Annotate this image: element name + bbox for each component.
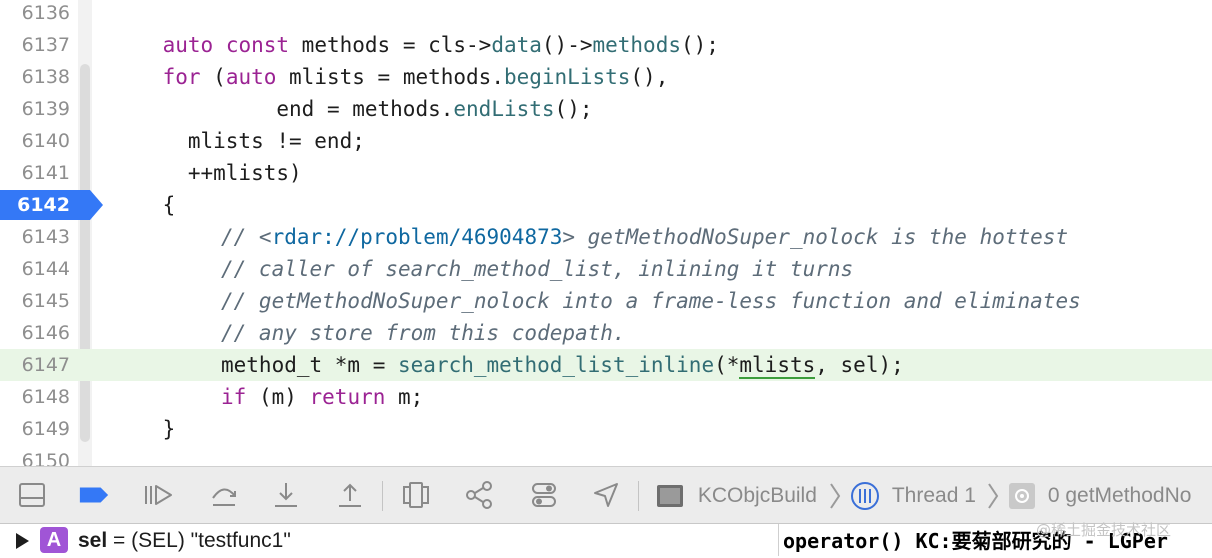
code-line: 6138 for (auto mlists = methods.beginLis… xyxy=(0,61,1212,93)
code-line: 6137 auto const methods = cls->data()->m… xyxy=(0,29,1212,61)
step-out-button[interactable] xyxy=(334,479,366,511)
toolbar-separator xyxy=(382,481,383,511)
step-over-icon xyxy=(212,488,236,506)
code-line: 6148 if (m) return m; xyxy=(0,381,1212,413)
breadcrumb-frame[interactable]: 0 getMethodNo xyxy=(1008,480,1191,512)
keyword: auto xyxy=(225,65,277,89)
line-number: 6144 xyxy=(21,258,70,280)
line-number: 6146 xyxy=(21,322,70,344)
function-name: methods xyxy=(592,33,681,57)
debug-toolbar: KCObjcBuild Thread 1 0 getMethodNo xyxy=(0,466,1212,524)
toggles-icon xyxy=(532,483,556,507)
variable-type: (SEL) xyxy=(131,529,185,552)
breadcrumb-frame-label: 0 getMethodNo xyxy=(1047,484,1192,507)
breadcrumb-thread-label: Thread 1 xyxy=(891,484,976,507)
toggle-debug-area-button[interactable] xyxy=(16,479,48,511)
warning-underline: mlists xyxy=(739,353,816,379)
variable-row[interactable]: sel = (SEL) "testfunc1" xyxy=(78,524,291,558)
code-comment: // caller of search_method_list, inlinin… xyxy=(221,257,854,281)
watermark: @稀土掘金技术社区 xyxy=(1036,521,1172,539)
line-number: 6149 xyxy=(21,418,70,440)
step-out-icon xyxy=(339,483,361,507)
line-number: 6147 xyxy=(21,354,70,376)
code-line: 6145 // getMethodNoSuper_nolock into a f… xyxy=(0,285,1212,317)
function-name: search_method_list_inline xyxy=(398,353,715,377)
code-text: ++mlists) xyxy=(112,161,302,185)
continue-button[interactable] xyxy=(142,479,174,511)
panel-toggle-icon xyxy=(19,483,45,507)
breadcrumb-thread[interactable]: Thread 1 xyxy=(850,480,976,512)
keyword: const xyxy=(225,33,290,57)
code-line: 6146 // any store from this codepath. xyxy=(0,317,1212,349)
code-text: end = methods.endLists(); xyxy=(276,97,593,121)
code-text: mlists != end; xyxy=(112,129,365,153)
variable-name: sel xyxy=(78,529,108,552)
current-execution-line: 6147 method_t *m = search_method_list_in… xyxy=(0,349,1212,381)
toolbar-separator xyxy=(638,481,639,511)
step-over-button[interactable] xyxy=(208,479,240,511)
variable-value: "testfunc1" xyxy=(184,529,291,552)
code-text: if (m) return m; xyxy=(221,385,424,409)
code-text: { xyxy=(112,193,176,217)
environment-overrides-button[interactable] xyxy=(528,479,560,511)
view-hierarchy-icon xyxy=(403,482,429,508)
debug-view-hierarchy-button[interactable] xyxy=(400,479,432,511)
breakpoints-toggle-button[interactable] xyxy=(78,479,110,511)
code-text: auto const methods = cls->data()->method… xyxy=(162,33,719,57)
code-line: 6139 end = methods.endLists(); xyxy=(0,93,1212,125)
memory-graph-icon xyxy=(466,481,492,509)
disclosure-triangle-icon[interactable] xyxy=(14,532,30,550)
stack-frame-icon xyxy=(1009,483,1035,510)
breadcrumb-chevron-icon xyxy=(828,480,842,512)
breakpoint-icon xyxy=(79,487,109,503)
thread-icon xyxy=(851,482,879,511)
code-line: { xyxy=(0,189,1212,221)
debug-memory-graph-button[interactable] xyxy=(464,479,496,511)
line-number: 6136 xyxy=(21,2,70,24)
line-number: 6137 xyxy=(21,34,70,56)
code-line: 6140 mlists != end; xyxy=(0,125,1212,157)
comment-link[interactable]: rdar://problem/46904873 xyxy=(272,225,563,249)
code-comment: // <rdar://problem/46904873> getMethodNo… xyxy=(221,225,1069,249)
breadcrumb-target-label: KCObjcBuild xyxy=(697,484,817,507)
keyword: auto xyxy=(162,33,214,57)
code-text: method_t *m = search_method_list_inline(… xyxy=(221,353,904,379)
function-name: beginLists xyxy=(503,65,631,89)
keyword: if xyxy=(221,385,247,409)
code-comment: // getMethodNoSuper_nolock into a frame-… xyxy=(221,289,1081,313)
breadcrumb-chevron-icon xyxy=(986,480,1000,512)
code-comment: // any store from this codepath. xyxy=(221,321,626,345)
code-line: 6149 } xyxy=(0,413,1212,445)
function-name: data xyxy=(491,33,542,57)
code-line: 6136 xyxy=(0,0,1212,29)
line-number: 6148 xyxy=(21,386,70,408)
line-number: 6139 xyxy=(21,98,70,120)
step-into-button[interactable] xyxy=(270,479,302,511)
variables-view: A sel = (SEL) "testfunc1" xyxy=(0,524,776,556)
code-text: for (auto mlists = methods.beginLists(), xyxy=(162,65,669,89)
function-name: endLists xyxy=(453,97,555,121)
app-target-icon xyxy=(657,485,683,508)
code-line: 6143 // <rdar://problem/46904873> getMet… xyxy=(0,221,1212,253)
breadcrumb-target[interactable]: KCObjcBuild xyxy=(656,480,817,512)
code-line: 6141 ++mlists) xyxy=(0,157,1212,189)
variable-type-badge: A xyxy=(40,527,68,553)
variable-equals: = xyxy=(107,529,132,552)
keyword: for xyxy=(162,65,201,89)
step-into-icon xyxy=(275,483,297,507)
location-arrow-icon xyxy=(594,483,618,507)
line-number: 6141 xyxy=(21,162,70,184)
code-editor[interactable]: 6136 6137 auto const methods = cls->data… xyxy=(0,0,1212,466)
line-number: 6140 xyxy=(21,130,70,152)
line-number: 6150 xyxy=(21,450,70,466)
line-number: 6143 xyxy=(21,226,70,248)
keyword: return xyxy=(309,385,386,409)
code-line: 6150 xyxy=(0,445,1212,466)
line-number: 6138 xyxy=(21,66,70,88)
continue-icon xyxy=(145,485,172,505)
simulate-location-button[interactable] xyxy=(590,479,622,511)
code-text: } xyxy=(112,417,176,441)
code-line: 6144 // caller of search_method_list, in… xyxy=(0,253,1212,285)
line-number: 6145 xyxy=(21,290,70,312)
